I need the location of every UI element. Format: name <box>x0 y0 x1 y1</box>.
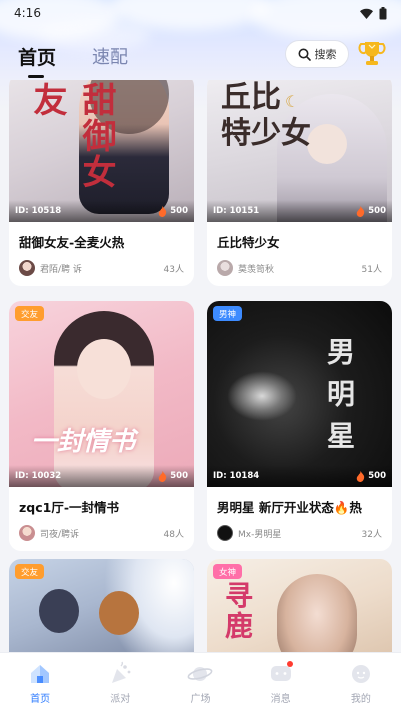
battery-icon <box>379 6 387 19</box>
room-card[interactable]: 交友 一封情书 ID: 10032 500 zqc1厅-一封情书 司夜/聘诉 4… <box>9 301 194 551</box>
room-owner: Mx-男明星 <box>238 529 282 540</box>
category-badge: 交友 <box>15 564 45 579</box>
room-cover: 男神 男明星 ID: 10184 500 <box>207 301 392 487</box>
search-icon <box>298 48 311 61</box>
member-count: 51人 <box>361 264 382 275</box>
room-meta: Mx-男明星 32人 <box>207 519 392 551</box>
tabbar-label: 派对 <box>110 694 131 705</box>
tabbar-item-square[interactable]: 广场 <box>170 661 230 705</box>
tabbar-item-party[interactable]: 派对 <box>90 661 150 705</box>
heat-indicator: 500 <box>158 205 188 217</box>
moon-icon: ☾ <box>285 92 300 111</box>
fire-icon <box>159 470 167 482</box>
tabbar-item-messages[interactable]: 消息 <box>251 661 311 705</box>
avatar <box>19 260 35 276</box>
party-icon <box>112 661 131 683</box>
trophy-icon[interactable] <box>358 39 386 69</box>
cover-title-text: 男明星 <box>323 337 356 463</box>
room-title: zqc1厅-一封情书 <box>19 500 120 515</box>
tabbar-label: 我的 <box>350 694 371 705</box>
member-count: 48人 <box>163 529 184 540</box>
status-time: 4:16 <box>14 6 41 20</box>
unread-dot <box>286 661 293 667</box>
room-cover: 甜御女友 ID: 10518 500 <box>9 80 194 222</box>
room-title: 甜御女友-全麦火热 <box>19 235 125 250</box>
room-cover: 女神 寻鹿 <box>207 559 392 652</box>
tabbar-item-profile[interactable]: 我的 <box>331 661 391 705</box>
room-grid: 甜御女友 ID: 10518 500 甜御女友-全麦火热 君陌/聘 诉 43人 … <box>0 80 401 652</box>
heat-indicator: 500 <box>158 470 188 482</box>
tab-match-label: 速配 <box>92 47 129 68</box>
cover-title-text: 寻鹿 <box>221 581 254 641</box>
room-title: 丘比特少女 <box>217 235 280 250</box>
profile-icon <box>351 665 370 683</box>
tabbar-item-home[interactable]: 首页 <box>10 661 70 705</box>
tab-home[interactable]: 首页 <box>18 43 57 78</box>
room-cover: 交友 <box>9 559 194 652</box>
avatar <box>217 260 233 276</box>
room-id: ID: 10032 <box>15 471 62 481</box>
room-id: ID: 10518 <box>15 206 62 216</box>
category-badge: 男神 <box>213 306 243 321</box>
tabbar-label: 首页 <box>30 694 51 705</box>
room-id: ID: 10184 <box>213 471 260 481</box>
heat-value: 500 <box>368 471 386 481</box>
tab-home-label: 首页 <box>18 46 57 69</box>
room-meta: 莫羡笥秋 51人 <box>207 254 392 286</box>
heat-indicator: 500 <box>356 470 386 482</box>
cover-title-text: 一封情书 <box>31 427 136 457</box>
bottom-tab-bar: 首页 派对 广场 消息 我的 <box>0 652 401 713</box>
room-card[interactable]: 丘比 特少女 ☾ ID: 10151 500 丘比特少女 莫羡笥秋 51人 <box>207 80 392 286</box>
search-button[interactable]: 搜索 <box>285 40 349 68</box>
room-cover: 交友 一封情书 ID: 10032 500 <box>9 301 194 487</box>
category-badge: 女神 <box>213 564 243 579</box>
room-owner: 君陌/聘 诉 <box>40 264 82 275</box>
tabbar-label: 广场 <box>190 694 211 705</box>
wifi-icon <box>360 8 373 19</box>
fire-icon <box>357 205 365 217</box>
tabbar-label: 消息 <box>270 694 291 705</box>
member-count: 32人 <box>361 529 382 540</box>
heat-indicator: 500 <box>356 205 386 217</box>
room-owner: 莫羡笥秋 <box>238 264 275 275</box>
heat-value: 500 <box>368 206 386 216</box>
search-label: 搜索 <box>314 48 337 61</box>
room-meta: 司夜/聘诉 48人 <box>9 519 194 551</box>
room-card[interactable]: 男神 男明星 ID: 10184 500 男明星 新厅开业状态🔥热 Mx-男明星… <box>207 301 392 551</box>
room-card[interactable]: 女神 寻鹿 <box>207 559 392 652</box>
room-title: 男明星 新厅开业状态🔥热 <box>217 500 362 515</box>
room-card[interactable]: 交友 <box>9 559 194 652</box>
room-info-strip: ID: 10151 500 <box>207 200 392 222</box>
room-owner: 司夜/聘诉 <box>40 529 80 540</box>
fire-icon <box>357 470 365 482</box>
room-meta: 君陌/聘 诉 43人 <box>9 254 194 286</box>
member-count: 43人 <box>163 264 184 275</box>
planet-icon <box>188 667 213 681</box>
avatar <box>19 525 35 541</box>
avatar <box>217 525 233 541</box>
room-info-strip: ID: 10184 500 <box>207 465 392 487</box>
room-info-strip: ID: 10518 500 <box>9 200 194 222</box>
status-bar: 4:16 <box>0 0 401 26</box>
category-badge: 交友 <box>15 306 45 321</box>
heat-value: 500 <box>170 206 188 216</box>
active-tab-indicator <box>28 74 44 78</box>
room-id: ID: 10151 <box>213 206 260 216</box>
tab-match[interactable]: 速配 <box>92 43 128 69</box>
fire-icon <box>159 205 167 217</box>
room-cover: 丘比 特少女 ☾ ID: 10151 500 <box>207 80 392 222</box>
room-card[interactable]: 甜御女友 ID: 10518 500 甜御女友-全麦火热 君陌/聘 诉 43人 <box>9 80 194 286</box>
cover-title-text: 丘比 特少女 <box>221 80 311 151</box>
home-icon <box>31 665 50 683</box>
room-info-strip: ID: 10032 500 <box>9 465 194 487</box>
heat-value: 500 <box>170 471 188 481</box>
top-header: 首页 速配 搜索 <box>0 36 401 78</box>
